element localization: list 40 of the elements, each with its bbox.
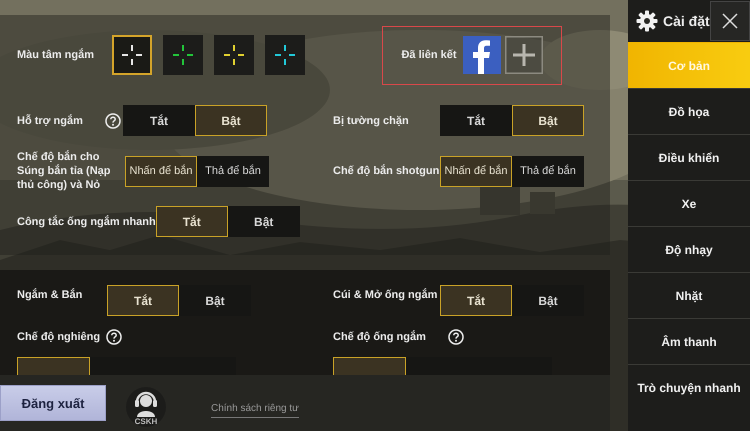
setting-label: Chế độ ống ngắm xyxy=(333,330,427,344)
setting-label: Màu tâm ngắm xyxy=(17,48,96,62)
privacy-policy-link[interactable]: Chính sách riêng tư xyxy=(211,402,299,418)
toggle-option[interactable]: Bật xyxy=(179,285,251,316)
toggle-option[interactable]: Bật xyxy=(195,105,267,136)
logout-button[interactable]: Đăng xuất xyxy=(0,385,106,421)
toggle-option[interactable]: Bật xyxy=(512,285,584,316)
crosshair-color-option[interactable] xyxy=(163,35,203,75)
crosshair-color-option[interactable] xyxy=(214,35,254,75)
toggle-option[interactable]: Tắt xyxy=(123,105,195,136)
toggle-option[interactable]: Tắt xyxy=(156,206,228,237)
setting-label: Chế độ bắn cho Súng bắn tỉa (Nạp thủ công) và Nỏ xyxy=(17,150,112,192)
setting-label: Bị tường chặn xyxy=(333,114,410,128)
toggle-option[interactable]: Thả để bắn xyxy=(512,156,584,186)
setting-label: Chế độ nghiêng xyxy=(17,330,100,344)
add-icon[interactable] xyxy=(504,36,543,74)
toggle-option[interactable]: Nhấn để bắn xyxy=(125,156,197,186)
toggle-option[interactable]: Nhấn để bắn xyxy=(440,156,512,186)
settings-title: Cài đặt xyxy=(663,13,710,29)
toggle-option[interactable]: Thả để bắn xyxy=(197,156,269,186)
support-label: CSKH xyxy=(134,416,158,426)
toggle-option[interactable]: Tắt xyxy=(440,285,512,316)
toggle-option[interactable]: Bật xyxy=(228,206,300,237)
toggle-option[interactable]: Bật xyxy=(512,105,584,136)
help-icon[interactable] xyxy=(105,112,121,128)
linked-label: Đã liên kết xyxy=(401,49,457,61)
help-icon[interactable] xyxy=(106,329,122,345)
setting-label: Cúi & Mở ống ngắm xyxy=(333,288,438,302)
toggle-option[interactable]: Tắt xyxy=(107,285,179,316)
facebook-icon[interactable] xyxy=(462,36,501,74)
crosshair-color-option[interactable] xyxy=(112,35,152,75)
crosshair-color-option[interactable] xyxy=(265,35,305,75)
close-icon xyxy=(722,13,738,29)
setting-label: Chế độ bắn shotgun xyxy=(333,164,440,178)
setting-label: Hỗ trợ ngắm xyxy=(17,114,84,128)
close-button[interactable] xyxy=(710,1,750,41)
help-icon[interactable] xyxy=(448,329,464,345)
toggle-option[interactable]: Tắt xyxy=(440,105,512,136)
setting-label: Công tắc ống ngắm nhanh xyxy=(17,214,156,228)
setting-label: Ngắm & Bắn xyxy=(17,288,84,302)
